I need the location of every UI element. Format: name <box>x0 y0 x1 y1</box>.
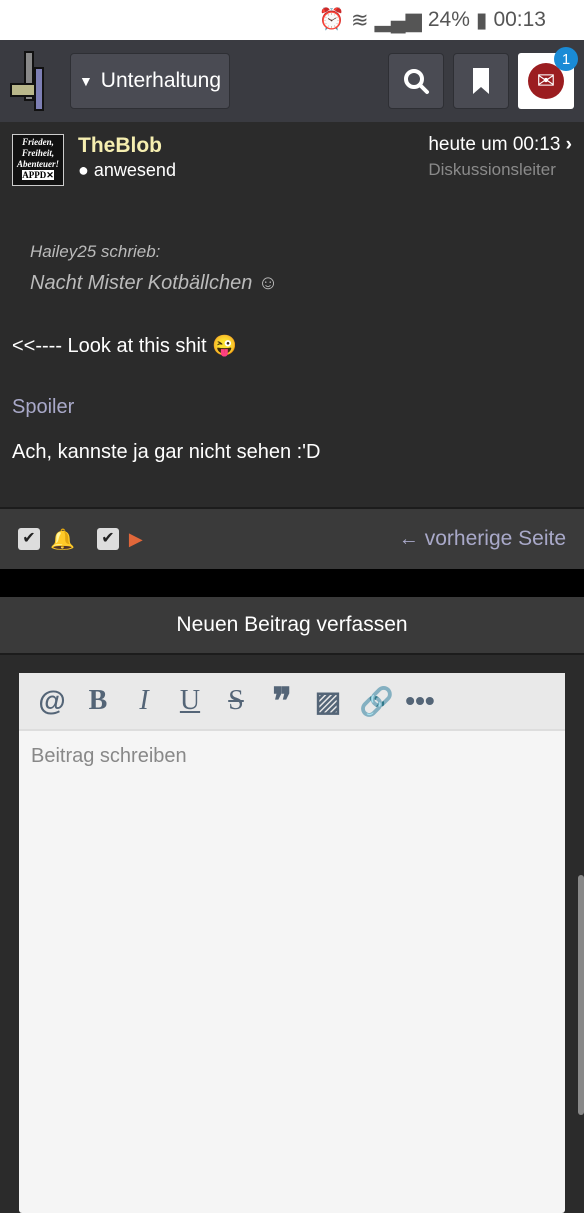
quote-author[interactable]: Hailey25 schrieb: <box>30 242 572 262</box>
chevron-right-icon[interactable]: › <box>566 134 572 155</box>
book-icon: ▶ <box>128 528 143 549</box>
link-icon[interactable]: 🔗 <box>359 685 394 718</box>
post-text: Ach, kannste ja gar nicht sehen :'D <box>12 441 321 463</box>
quote: Hailey25 schrieb: Nacht Mister Kotbällch… <box>30 242 572 295</box>
bell-icon: 🔔 <box>50 528 75 551</box>
search-icon <box>404 69 429 94</box>
image-icon[interactable]: ▨ <box>313 685 343 718</box>
quote-icon[interactable]: ❞ <box>267 680 297 722</box>
author-name[interactable]: TheBlob <box>78 134 176 158</box>
previous-page-link[interactable]: vorherige Seite <box>425 527 566 551</box>
post-editor: @ B I U S ❞ ▨ 🔗 ••• Beitrag schreiben <box>19 673 565 1213</box>
strikethrough-icon[interactable]: S <box>221 685 251 717</box>
top-bar: ▼ Unterhaltung ✉ 1 <box>0 40 584 122</box>
online-dot-icon: ● <box>78 160 89 180</box>
site-logo[interactable] <box>10 51 54 111</box>
bold-icon[interactable]: B <box>83 685 113 717</box>
mention-icon[interactable]: @ <box>37 685 67 717</box>
more-icon[interactable]: ••• <box>405 685 435 717</box>
post-actions: ✔ 🔔 ✔ ▶ ← vorherige Seite <box>0 507 584 569</box>
bookmark-icon <box>473 68 489 94</box>
status-bar: ⏰ ≋ ▂▄▆ 24% ▮ 00:13 <box>0 0 584 40</box>
clock: 00:13 <box>493 8 546 31</box>
checkbox-subscribe[interactable]: ✔ <box>96 528 119 550</box>
caret-down-icon: ▼ <box>78 73 93 89</box>
forum-dropdown[interactable]: ▼ Unterhaltung <box>70 53 230 109</box>
post-time[interactable]: heute um 00:13 <box>428 134 560 155</box>
author-role: Diskussionsleiter <box>428 160 556 179</box>
search-button[interactable] <box>388 53 444 109</box>
quote-text: Nacht Mister Kotbällchen <box>30 272 253 294</box>
new-post-header: Neuen Beitrag verfassen <box>0 597 584 655</box>
divider <box>0 569 584 597</box>
smiley-icon: ☺ <box>257 272 279 294</box>
post-text: <<---- Look at this shit <box>12 335 207 357</box>
post: Frieden, Freiheit, Abenteuer! APPD✕ TheBlob… <box>0 122 584 507</box>
scrollbar[interactable] <box>578 875 584 1115</box>
editor-toolbar: @ B I U S ❞ ▨ 🔗 ••• <box>19 673 565 731</box>
battery-percent: 24% <box>427 8 470 31</box>
bookmarks-button[interactable] <box>453 53 509 109</box>
italic-icon[interactable]: I <box>129 685 159 717</box>
notification-badge: 1 <box>554 47 578 71</box>
troll-face-icon: 😜 <box>212 335 237 357</box>
underline-icon[interactable]: U <box>175 685 205 717</box>
signal-icon: ▂▄▆ <box>374 8 422 32</box>
battery-icon: ▮ <box>475 8 488 32</box>
checkbox-notify[interactable]: ✔ <box>18 528 40 550</box>
online-status: anwesend <box>93 160 176 180</box>
author-avatar[interactable]: Frieden, Freiheit, Abenteuer! APPD✕ <box>12 134 64 186</box>
wifi-icon: ≋ <box>351 8 369 32</box>
alarm-icon: ⏰ <box>318 8 346 31</box>
user-menu-avatar[interactable]: ✉ 1 <box>518 47 578 109</box>
post-textarea[interactable]: Beitrag schreiben <box>19 731 565 782</box>
arrow-left-icon[interactable]: ← <box>399 528 419 551</box>
spoiler-toggle[interactable]: Spoiler <box>12 396 572 419</box>
